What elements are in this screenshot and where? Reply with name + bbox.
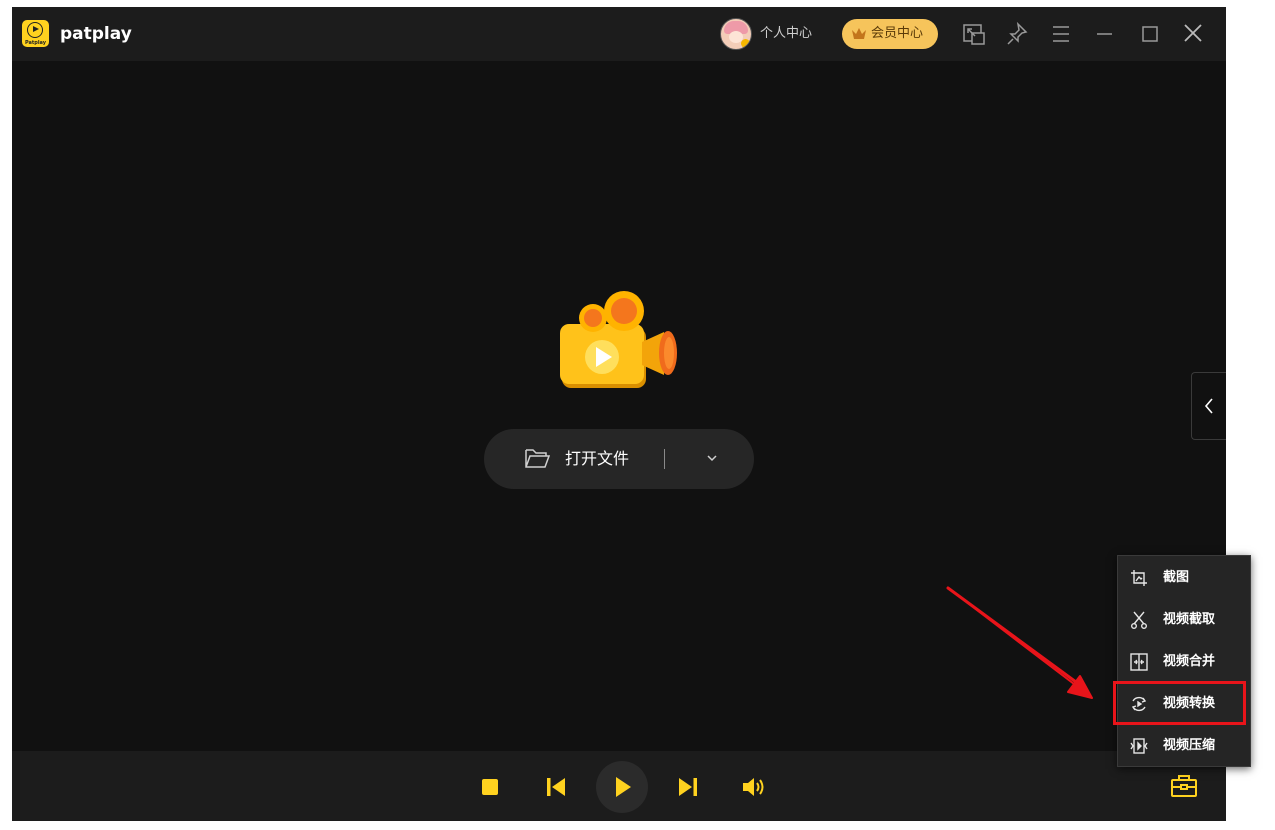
menu-item-video-merge[interactable]: 视频合并 — [1118, 641, 1250, 683]
menu-item-video-clip[interactable]: 视频截取 — [1118, 599, 1250, 641]
app-logo-icon: Patplay — [22, 20, 49, 47]
close-icon[interactable] — [1180, 20, 1206, 48]
maximize-icon[interactable] — [1137, 20, 1163, 48]
user-avatar[interactable] — [720, 18, 752, 50]
stop-icon[interactable] — [481, 778, 499, 796]
mini-mode-icon[interactable] — [961, 20, 987, 48]
compress-icon — [1130, 738, 1148, 754]
app-logo-text: Patplay — [24, 40, 47, 46]
video-camera-illustration — [556, 287, 682, 401]
tools-menu: 截图 视频截取 视频合并 视频转换 视频压缩 — [1117, 555, 1251, 767]
app-name: patplay — [60, 24, 132, 44]
folder-icon — [525, 449, 550, 468]
screenshot-icon — [1131, 570, 1147, 586]
personal-center-link[interactable]: 个人中心 — [760, 26, 812, 42]
menu-item-video-compress[interactable]: 视频压缩 — [1118, 725, 1250, 767]
volume-icon[interactable] — [742, 776, 766, 798]
vip-center-label: 会员中心 — [871, 26, 924, 41]
scissors-icon — [1131, 611, 1147, 629]
play-button[interactable] — [596, 761, 648, 813]
previous-icon[interactable] — [546, 777, 566, 797]
menu-item-label: 视频压缩 — [1163, 738, 1216, 753]
open-file-divider — [664, 449, 665, 469]
play-icon — [616, 777, 631, 797]
chevron-left-icon — [1204, 398, 1213, 414]
crown-icon — [852, 28, 866, 39]
menu-item-label: 视频合并 — [1163, 654, 1216, 669]
minimize-icon[interactable] — [1092, 20, 1118, 48]
title-bar: Patplay patplay 个人中心 会员中心 — [12, 7, 1226, 61]
highlight-box — [1113, 681, 1246, 725]
menu-item-screenshot[interactable]: 截图 — [1118, 557, 1250, 599]
open-file-button[interactable]: 打开文件 — [484, 429, 754, 489]
red-arrow — [946, 586, 1093, 699]
vip-center-button[interactable]: 会员中心 — [842, 19, 938, 49]
toolbox-icon[interactable] — [1170, 773, 1198, 799]
menu-icon[interactable] — [1048, 20, 1074, 48]
open-file-label: 打开文件 — [565, 449, 630, 468]
merge-icon — [1130, 653, 1148, 671]
menu-item-label: 视频截取 — [1163, 612, 1216, 627]
menu-item-label: 截图 — [1163, 570, 1190, 585]
pin-icon[interactable] — [1004, 20, 1030, 48]
next-icon[interactable] — [678, 777, 698, 797]
chevron-down-icon[interactable] — [706, 454, 718, 462]
playback-controls — [12, 751, 1226, 821]
side-panel-toggle[interactable] — [1191, 372, 1226, 440]
